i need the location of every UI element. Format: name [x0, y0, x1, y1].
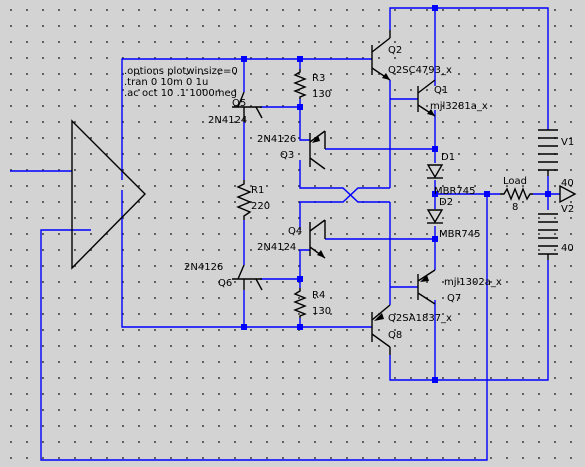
- battery-v2[interactable]: [538, 213, 558, 260]
- directive-line: .tran 0 10m 0 1u: [124, 77, 209, 88]
- resistor-r3[interactable]: [293, 69, 307, 99]
- v1-ref-label: V1: [561, 137, 575, 148]
- resistor-r4[interactable]: [293, 288, 307, 318]
- battery-v1[interactable]: [538, 129, 558, 176]
- directive-line: .options plotwinsize=0: [124, 66, 238, 77]
- d1-ref-label: D1: [441, 152, 456, 163]
- q7-ref-label: Q7: [447, 293, 462, 304]
- spice-directives[interactable]: .options plotwinsize=0 .tran 0 10m 0 1u …: [124, 66, 238, 99]
- q6-ref-label: Q6: [218, 278, 233, 289]
- v1-value-label: 40: [561, 178, 574, 189]
- resistor-load[interactable]: [500, 187, 533, 201]
- transistor-q4[interactable]: [309, 219, 326, 259]
- diode-d1[interactable]: [426, 164, 444, 179]
- transistor-q3[interactable]: [309, 130, 326, 170]
- load-ref-label: Load: [503, 176, 527, 187]
- v2-ref-label: V2: [561, 204, 575, 215]
- directive-line: .ac oct 10 .1 1000meg: [124, 88, 238, 99]
- d1-model-label: MBR745: [434, 186, 476, 197]
- q5-ref-label: Q5: [232, 98, 247, 109]
- q8-model-label: Q2SA1837_x: [388, 313, 452, 324]
- r3-value-label: 130: [312, 89, 332, 100]
- q8-ref-label: Q8: [388, 330, 403, 341]
- r3-ref-label: R3: [312, 73, 326, 84]
- r1-ref-label: R1: [251, 185, 265, 196]
- transistor-q6[interactable]: [232, 264, 263, 291]
- q7-model-label: mjl1302a_x: [444, 277, 502, 288]
- load-value-label: 8: [512, 202, 519, 213]
- q3-model-label: 2N4126: [257, 134, 297, 145]
- q1-model-label: mjl3281a_x: [430, 101, 488, 112]
- q5-model-label: 2N4124: [208, 115, 248, 126]
- q2-model-label: Q2SC4793_x: [388, 65, 452, 76]
- transistor-q7[interactable]: [417, 269, 436, 305]
- r4-ref-label: R4: [312, 290, 326, 301]
- amplifier-symbol[interactable]: [71, 119, 146, 270]
- q6-model-label: 2N4126: [184, 262, 224, 273]
- q1-ref-label: Q1: [434, 85, 449, 96]
- q4-model-label: 2N4124: [257, 242, 297, 253]
- diode-d2[interactable]: [426, 209, 444, 224]
- v2-value-label: 40: [561, 243, 574, 254]
- schematic-canvas[interactable]: .options plotwinsize=0 .tran 0 10m 0 1u …: [0, 0, 585, 467]
- r1-value-label: 220: [251, 201, 271, 212]
- q2-ref-label: Q2: [388, 45, 403, 56]
- r4-value-label: 130: [312, 306, 332, 317]
- resistor-r1[interactable]: [236, 180, 252, 220]
- d2-model-label: MBR745: [439, 229, 481, 240]
- d2-ref-label: D2: [439, 197, 454, 208]
- q3-ref-label: Q3: [280, 150, 295, 161]
- q4-ref-label: Q4: [288, 226, 303, 237]
